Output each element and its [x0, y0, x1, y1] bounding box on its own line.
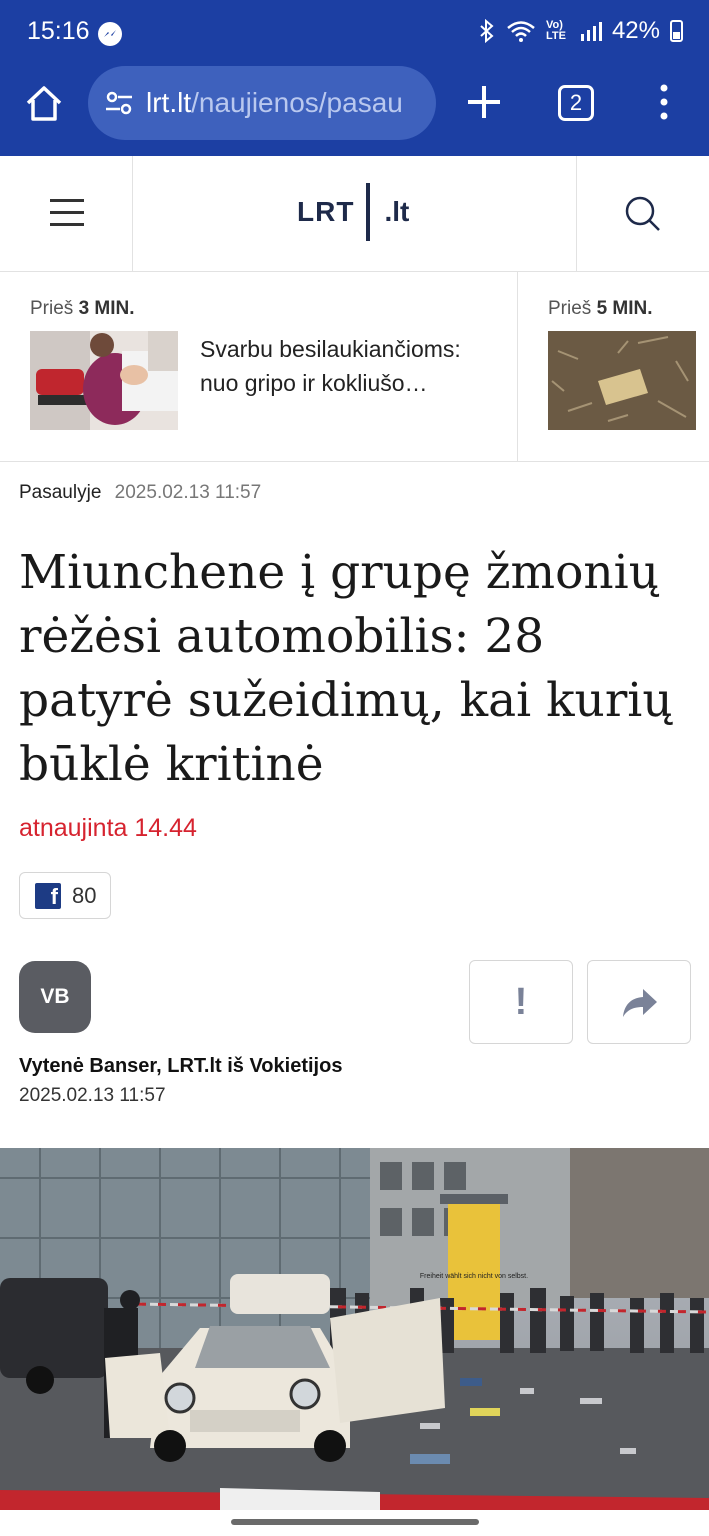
- article-category[interactable]: Pasaulyje: [19, 482, 101, 503]
- more-menu-icon[interactable]: [652, 82, 676, 122]
- facebook-share-count[interactable]: f 80: [19, 872, 111, 919]
- messenger-icon: [98, 22, 122, 46]
- author-date: 2025.02.13 11:57: [19, 1085, 166, 1106]
- bluetooth-icon: [480, 19, 494, 43]
- tab-switcher-button[interactable]: 2: [558, 85, 594, 121]
- site-settings-icon[interactable]: [104, 88, 134, 118]
- ticker-time: Prieš 3 MIN.: [30, 298, 135, 320]
- battery-icon: [670, 20, 683, 42]
- poster-text: Freiheit wählt sich nicht von selbst.: [420, 1273, 528, 1280]
- facebook-icon: f: [35, 882, 61, 909]
- browser-chrome: 15:16 Vo) LTE 42% lrt.lt/naujienos/pasau…: [0, 0, 709, 156]
- article-updated: atnaujinta 14.44: [19, 814, 197, 842]
- ticker-thumbnail[interactable]: [548, 331, 696, 430]
- home-icon[interactable]: [22, 82, 66, 126]
- ticker-thumbnail[interactable]: [30, 331, 178, 430]
- logo-divider: [366, 183, 371, 241]
- ticker-time-prefix: Prieš: [548, 298, 592, 319]
- search-icon: [625, 196, 660, 231]
- url-host: lrt.lt: [146, 87, 192, 118]
- browser-toolbar: lrt.lt/naujienos/pasau 2: [0, 64, 709, 156]
- ticker-time: Prieš 5 MIN.: [548, 298, 653, 320]
- article-meta: Pasaulyje 2025.02.13 11:57: [19, 482, 261, 504]
- article-headline: Miunchene į grupę žmonių rėžėsi automobi…: [19, 545, 673, 792]
- logo-lrt: LRT: [297, 196, 355, 227]
- facebook-count: 80: [72, 882, 97, 908]
- site-header: LRT .lt: [0, 156, 709, 272]
- author-avatar: VB: [19, 961, 91, 1033]
- news-ticker: Prieš 3 MIN. Svarbu besilaukiančioms: nu…: [0, 272, 709, 462]
- article-hero-image[interactable]: Freiheit wählt sich nicht von selbst.: [0, 1148, 709, 1510]
- url-path: /naujienos/pasau: [191, 87, 403, 118]
- hamburger-menu-icon[interactable]: [0, 156, 133, 271]
- report-icon: !: [514, 981, 528, 1023]
- ticker-time-prefix: Prieš: [30, 298, 74, 319]
- article-date: 2025.02.13 11:57: [114, 482, 262, 503]
- address-bar[interactable]: lrt.lt/naujienos/pasau: [88, 66, 436, 140]
- ticker-time-value: 5 MIN.: [596, 298, 653, 319]
- report-button[interactable]: !: [469, 960, 573, 1044]
- share-button[interactable]: [587, 960, 691, 1044]
- author-name[interactable]: Vytenė Banser, LRT.lt iš Vokietijos: [19, 1055, 342, 1078]
- new-tab-icon[interactable]: [464, 82, 504, 122]
- status-time: 15:16: [27, 17, 90, 45]
- network-label: Vo) LTE: [545, 19, 566, 42]
- url-text: lrt.lt/naujienos/pasau: [146, 87, 403, 119]
- ticker-item[interactable]: Prieš 3 MIN. Svarbu besilaukiančioms: nu…: [0, 272, 518, 461]
- ticker-time-value: 3 MIN.: [78, 298, 135, 319]
- battery-percent: 42%: [611, 17, 660, 44]
- signal-icon: [580, 22, 602, 41]
- search-button[interactable]: [576, 156, 709, 271]
- ticker-title[interactable]: Svarbu besilaukiančioms: nuo gripo ir ko…: [200, 332, 500, 400]
- share-icon: [623, 989, 657, 1017]
- site-logo[interactable]: LRT .lt: [297, 182, 409, 242]
- status-icons: Vo) LTE 42%: [478, 17, 683, 45]
- ticker-item[interactable]: Prieš 5 MIN.: [518, 272, 709, 461]
- logo-lt: .lt: [384, 196, 410, 227]
- status-bar: 15:16 Vo) LTE 42%: [0, 0, 709, 64]
- wifi-icon: [507, 21, 535, 42]
- gesture-nav-handle[interactable]: [231, 1519, 479, 1525]
